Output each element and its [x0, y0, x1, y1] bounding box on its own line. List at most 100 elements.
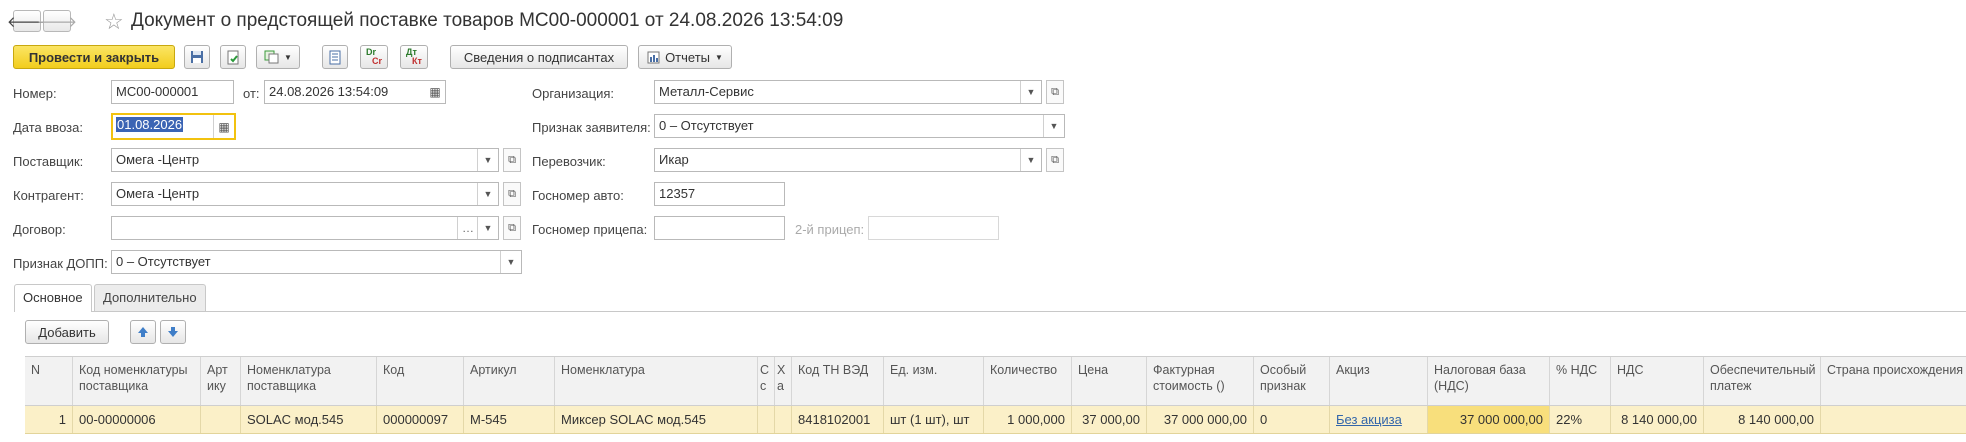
post-document-icon [227, 50, 238, 64]
cell-c1[interactable] [758, 406, 775, 433]
cell-nomenclature[interactable]: Миксер SOLAC мод.545 [555, 406, 758, 433]
add-row-button[interactable]: Добавить [25, 320, 109, 344]
cell-art-short[interactable] [201, 406, 241, 433]
contract-field[interactable]: … ▼ [111, 216, 499, 240]
col-quantity[interactable]: Количество [984, 357, 1072, 405]
structure-button[interactable] [322, 45, 348, 69]
tab-additional[interactable]: Дополнительно [94, 284, 206, 311]
truck-number-label: Госномер авто: [532, 188, 624, 203]
arrow-right-icon: 🡒 [36, 13, 78, 31]
table-row[interactable]: 1 00-00000006 SOLAC мод.545 000000097 M-… [25, 406, 1966, 434]
col-special[interactable]: Особый признак [1254, 357, 1330, 405]
open-org-button[interactable]: ⧉ [1046, 80, 1064, 104]
col-supplier-nomenclature[interactable]: Номенклатура поставщика [241, 357, 377, 405]
cell-supplier-code[interactable]: 00-00000006 [73, 406, 201, 433]
cell-quantity[interactable]: 1 000,000 [984, 406, 1072, 433]
document-list-icon [329, 50, 341, 64]
tab-main[interactable]: Основное [14, 284, 92, 312]
chevron-down-icon[interactable]: ▼ [500, 251, 521, 273]
cell-price[interactable]: 37 000,00 [1072, 406, 1147, 433]
cell-n[interactable]: 1 [25, 406, 73, 433]
ellipsis-icon[interactable]: … [457, 217, 478, 239]
forward-button[interactable]: 🡒 [37, 10, 77, 32]
post-button[interactable] [220, 45, 246, 69]
col-c1[interactable]: С с [758, 357, 775, 405]
carrier-value: Икар [659, 152, 689, 167]
from-date-field[interactable]: 24.08.2026 13:54:09 ▦ [264, 80, 446, 104]
col-taxbase[interactable]: Налоговая база (НДС) [1428, 357, 1550, 405]
cell-c2[interactable] [775, 406, 792, 433]
chevron-down-icon: ▼ [284, 52, 292, 62]
import-date-field[interactable]: 01.08.2026 ▦ [111, 113, 236, 140]
post-and-close-button[interactable]: Провести и закрыть [13, 45, 175, 69]
col-vat-rate[interactable]: % НДС [1550, 357, 1611, 405]
move-up-button[interactable] [130, 320, 156, 344]
chevron-down-icon[interactable]: ▼ [477, 217, 498, 239]
open-carrier-button[interactable]: ⧉ [1046, 148, 1064, 172]
org-field[interactable]: Металл-Сервис ▼ [654, 80, 1042, 104]
excise-link[interactable]: Без акциза [1336, 412, 1402, 427]
col-art-short[interactable]: Арт ику [201, 357, 241, 405]
chevron-down-icon[interactable]: ▼ [1020, 81, 1041, 103]
save-button[interactable] [184, 45, 210, 69]
col-invoice-value[interactable]: Фактурная стоимость () [1147, 357, 1254, 405]
cell-supplier-nomenclature[interactable]: SOLAC мод.545 [241, 406, 377, 433]
favorite-star-icon[interactable]: ☆ [104, 9, 124, 35]
col-n[interactable]: N [25, 357, 73, 405]
col-nomenclature[interactable]: Номенклатура [555, 357, 758, 405]
move-down-button[interactable] [160, 320, 186, 344]
cell-deposit[interactable]: 8 140 000,00 [1704, 406, 1821, 433]
chevron-down-icon[interactable]: ▼ [477, 149, 498, 171]
col-supplier-code[interactable]: Код номенклатуры поставщика [73, 357, 201, 405]
cell-invoice-value[interactable]: 37 000 000,00 [1147, 406, 1254, 433]
dt-kt-postings-button[interactable]: Dr Cr [360, 45, 388, 69]
arrow-up-icon [138, 327, 148, 337]
carrier-label: Перевозчик: [532, 154, 606, 169]
col-tnved[interactable]: Код ТН ВЭД [792, 357, 884, 405]
supplier-field[interactable]: Омега -Центр ▼ [111, 148, 499, 172]
chevron-down-icon[interactable]: ▼ [1043, 115, 1064, 137]
cell-country[interactable] [1821, 406, 1966, 433]
open-link-icon: ⧉ [508, 187, 516, 200]
dopp-field[interactable]: 0 – Отсутствует ▼ [111, 250, 522, 274]
create-based-on-button[interactable]: ▼ [256, 45, 300, 69]
applicant-label: Признак заявителя: [532, 120, 651, 135]
open-counterparty-button[interactable]: ⧉ [503, 182, 521, 206]
chevron-down-icon[interactable]: ▼ [477, 183, 498, 205]
cell-special[interactable]: 0 [1254, 406, 1330, 433]
cell-taxbase[interactable]: 37 000 000,00 [1428, 406, 1550, 433]
signers-info-button[interactable]: Сведения о подписантах [450, 45, 628, 69]
col-price[interactable]: Цена [1072, 357, 1147, 405]
floppy-disk-icon [191, 51, 203, 63]
col-article[interactable]: Артикул [464, 357, 555, 405]
cell-vat-rate[interactable]: 22% [1550, 406, 1611, 433]
carrier-field[interactable]: Икар ▼ [654, 148, 1042, 172]
cell-article[interactable]: M-545 [464, 406, 555, 433]
trailer-number-field[interactable] [654, 216, 785, 240]
col-unit[interactable]: Ед. изм. [884, 357, 984, 405]
cell-code[interactable]: 000000097 [377, 406, 464, 433]
col-code[interactable]: Код [377, 357, 464, 405]
cell-tnved[interactable]: 8418102001 [792, 406, 884, 433]
dt-kt-movements-button[interactable]: Дт Кт [400, 45, 428, 69]
cell-vat[interactable]: 8 140 000,00 [1611, 406, 1704, 433]
open-contract-button[interactable]: ⧉ [503, 216, 521, 240]
counterparty-field[interactable]: Омега -Центр ▼ [111, 182, 499, 206]
reports-button[interactable]: Отчеты ▼ [638, 45, 732, 69]
col-country[interactable]: Страна происхождения [1821, 357, 1966, 405]
open-supplier-button[interactable]: ⧉ [503, 148, 521, 172]
applicant-field[interactable]: 0 – Отсутствует ▼ [654, 114, 1065, 138]
calendar-icon[interactable]: ▦ [213, 115, 234, 138]
calendar-icon[interactable]: ▦ [425, 81, 445, 103]
truck-number-field[interactable]: 12357 [654, 182, 785, 206]
report-icon [647, 51, 660, 63]
number-field[interactable]: МС00-000001 [111, 80, 234, 104]
col-c2[interactable]: Х а [775, 357, 792, 405]
col-excise[interactable]: Акциз [1330, 357, 1428, 405]
col-deposit[interactable]: Обеспечительный платеж [1704, 357, 1821, 405]
cell-excise[interactable]: Без акциза [1330, 406, 1428, 433]
from-date-value: 24.08.2026 13:54:09 [269, 84, 389, 99]
chevron-down-icon[interactable]: ▼ [1020, 149, 1041, 171]
cell-unit[interactable]: шт (1 шт), шт [884, 406, 984, 433]
col-vat[interactable]: НДС [1611, 357, 1704, 405]
